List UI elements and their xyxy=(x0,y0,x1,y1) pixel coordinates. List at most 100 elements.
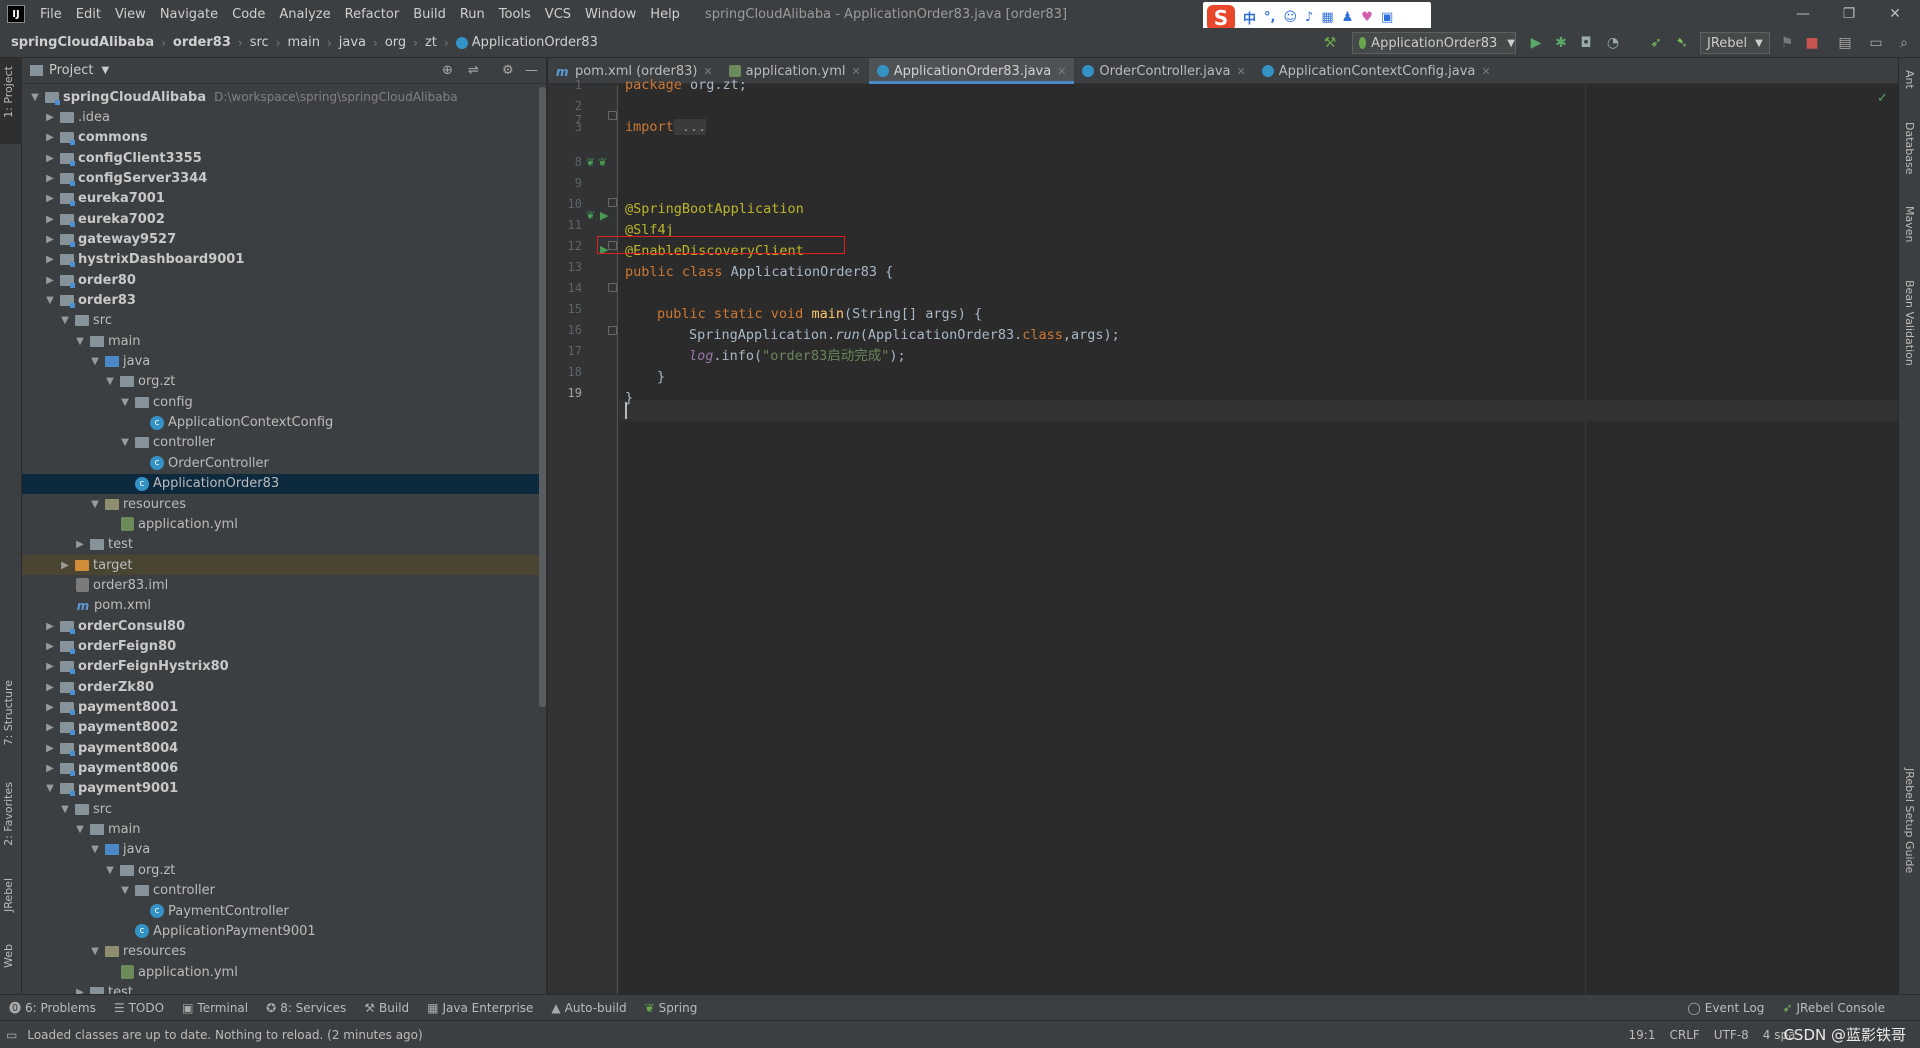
spring-bean-icon[interactable]: ❦ xyxy=(586,156,595,169)
tree-node[interactable]: ▼ payment9001 xyxy=(22,779,539,799)
jrebel-console-tool-button[interactable]: ➶ JRebel Console xyxy=(1773,1001,1894,1015)
chevron-down-icon[interactable]: ▼ xyxy=(101,65,109,76)
tree-node[interactable]: ▶ test xyxy=(22,982,539,994)
structure-tool-button[interactable]: 7: Structure xyxy=(2,680,15,745)
build-tool-button[interactable]: ⚒ Build xyxy=(355,1001,418,1015)
chevron-right-icon[interactable]: ▶ xyxy=(43,722,57,733)
close-icon[interactable]: ✕ xyxy=(1057,65,1066,78)
tree-node[interactable]: ▶ .idea xyxy=(22,107,539,127)
tree-node[interactable]: ▶ configClient3355 xyxy=(22,148,539,168)
tree-node[interactable]: c ApplicationContextConfig xyxy=(22,413,539,433)
tree-node[interactable]: ▶ order80 xyxy=(22,270,539,290)
chevron-right-icon[interactable]: ▶ xyxy=(43,743,57,754)
breadcrumb-org[interactable]: org xyxy=(385,35,406,50)
tree-node[interactable]: ▶ orderFeign80 xyxy=(22,636,539,656)
chevron-right-icon[interactable]: ▶ xyxy=(43,254,57,265)
ime-punct-toggle[interactable]: °, xyxy=(1264,10,1275,25)
services-tool-button[interactable]: ✪ 8: Services xyxy=(257,1001,355,1015)
tree-node[interactable]: application.yml xyxy=(22,962,539,982)
caret-position[interactable]: 19:1 xyxy=(1629,1028,1656,1042)
project-structure-icon[interactable]: ▤ xyxy=(1835,33,1855,53)
tree-node[interactable]: ▶ configServer3344 xyxy=(22,168,539,188)
tree-node[interactable]: ▶ target xyxy=(22,555,539,576)
chevron-right-icon[interactable]: ▶ xyxy=(43,763,57,774)
chevron-right-icon[interactable]: ▶ xyxy=(43,214,57,225)
jrebel-select[interactable]: JRebel ▼ xyxy=(1700,32,1770,54)
auto-build-tool-button[interactable]: ▲ Auto-build xyxy=(542,1001,635,1015)
chevron-right-icon[interactable]: ▶ xyxy=(43,234,57,245)
search-icon[interactable]: ⌕ xyxy=(1894,33,1914,53)
ant-tool-button[interactable]: Ant xyxy=(1903,70,1916,89)
chevron-down-icon[interactable]: ▼ xyxy=(88,356,102,367)
editor-tab[interactable]: ApplicationContextConfig.java ✕ xyxy=(1254,58,1499,84)
web-tool-button[interactable]: Web xyxy=(2,944,15,968)
todo-tool-button[interactable]: ☰ TODO xyxy=(105,1001,173,1015)
chevron-right-icon[interactable]: ▶ xyxy=(43,702,57,713)
chevron-right-icon[interactable]: ▶ xyxy=(43,661,57,672)
tree-node[interactable]: application.yml xyxy=(22,514,539,534)
chevron-down-icon[interactable]: ▼ xyxy=(73,824,87,835)
emoji-icon[interactable]: ☺ xyxy=(1283,10,1297,25)
spring-tool-button[interactable]: ❦ Spring xyxy=(636,1001,707,1015)
status-message[interactable]: Loaded classes are up to date. Nothing t… xyxy=(27,1028,422,1042)
tree-node[interactable]: ▼ springCloudAlibaba D:\workspace\spring\s… xyxy=(22,87,539,107)
editor-tab[interactable]: OrderController.java ✕ xyxy=(1074,58,1253,84)
close-icon[interactable]: ✕ xyxy=(1237,65,1246,78)
chevron-down-icon[interactable]: ▼ xyxy=(88,499,102,510)
jrebel-debug-icon[interactable]: ➷ xyxy=(1672,33,1692,53)
tree-node[interactable]: ▼ org.zt xyxy=(22,372,539,392)
menu-window[interactable]: Window xyxy=(578,7,643,22)
gear-icon[interactable]: ⚙ xyxy=(502,63,514,78)
tree-node[interactable]: ▼ src xyxy=(22,311,539,331)
debug-icon[interactable]: ✱ xyxy=(1551,33,1571,53)
editor-tab[interactable]: ApplicationOrder83.java ✕ xyxy=(868,58,1075,84)
tree-node[interactable]: c ApplicationOrder83 xyxy=(22,473,539,494)
tree-node[interactable]: ▶ payment8002 xyxy=(22,718,539,738)
attach-icon[interactable]: ⚑ xyxy=(1777,33,1797,53)
tree-node[interactable]: ▼ java xyxy=(22,352,539,372)
chevron-right-icon[interactable]: ▶ xyxy=(73,987,87,994)
spring-boot-icon[interactable]: ❦ xyxy=(598,156,607,169)
menu-refactor[interactable]: Refactor xyxy=(338,7,407,22)
spring-bean-icon[interactable]: ❦ xyxy=(586,209,595,222)
chevron-right-icon[interactable]: ▶ xyxy=(43,682,57,693)
locate-icon[interactable]: ⊕ xyxy=(442,63,453,78)
chevron-right-icon[interactable]: ▶ xyxy=(43,112,57,123)
skin-icon[interactable]: ♥ xyxy=(1361,10,1373,25)
tree-node[interactable]: ▶ eureka7002 xyxy=(22,209,539,229)
chevron-right-icon[interactable]: ▶ xyxy=(43,621,57,632)
tree-node[interactable]: ▼ controller xyxy=(22,433,539,453)
tree-node[interactable]: ▼ resources xyxy=(22,942,539,962)
favorites-tool-button[interactable]: 2: Favorites xyxy=(2,782,15,846)
tree-node[interactable]: ▼ controller xyxy=(22,881,539,901)
run-icon[interactable]: ▶ xyxy=(1526,33,1546,53)
close-icon[interactable]: ✕ xyxy=(1872,0,1918,28)
line-separator[interactable]: CRLF xyxy=(1669,1028,1699,1042)
tree-node[interactable]: ▶ orderZk80 xyxy=(22,677,539,697)
hide-panel-icon[interactable]: — xyxy=(525,63,538,78)
tree-node[interactable]: c PaymentController xyxy=(22,901,539,921)
chevron-right-icon[interactable]: ▶ xyxy=(43,153,57,164)
minimize-icon[interactable]: — xyxy=(1780,0,1826,28)
layout-icon[interactable]: ▭ xyxy=(1866,33,1886,53)
java-enterprise-tool-button[interactable]: ▦ Java Enterprise xyxy=(418,1001,542,1015)
restore-icon[interactable]: ❐ xyxy=(1826,0,1872,28)
menu-help[interactable]: Help xyxy=(643,7,687,22)
grid-menu-icon[interactable]: ▣ xyxy=(1381,10,1393,25)
chevron-down-icon[interactable]: ▼ xyxy=(58,315,72,326)
tree-node[interactable]: ▶ eureka7001 xyxy=(22,189,539,209)
tree-node[interactable]: m pom.xml xyxy=(22,596,539,616)
profile-icon[interactable]: ◔ xyxy=(1603,33,1623,53)
chevron-down-icon[interactable]: ▼ xyxy=(103,865,117,876)
tree-node[interactable]: ▼ main xyxy=(22,331,539,351)
chevron-down-icon[interactable]: ▼ xyxy=(88,844,102,855)
sogou-logo-icon[interactable]: S xyxy=(1207,4,1235,31)
tree-node[interactable]: ▶ payment8001 xyxy=(22,698,539,718)
tree-node[interactable]: ▶ orderFeignHystrix80 xyxy=(22,657,539,677)
chevron-down-icon[interactable]: ▼ xyxy=(118,437,132,448)
fold-marker[interactable] xyxy=(608,111,617,120)
collapse-all-icon[interactable]: ⇌ xyxy=(468,63,479,78)
coverage-icon[interactable]: ◘ xyxy=(1576,33,1596,53)
menu-analyze[interactable]: Analyze xyxy=(272,7,337,22)
breadcrumb-zt[interactable]: zt xyxy=(425,35,437,50)
